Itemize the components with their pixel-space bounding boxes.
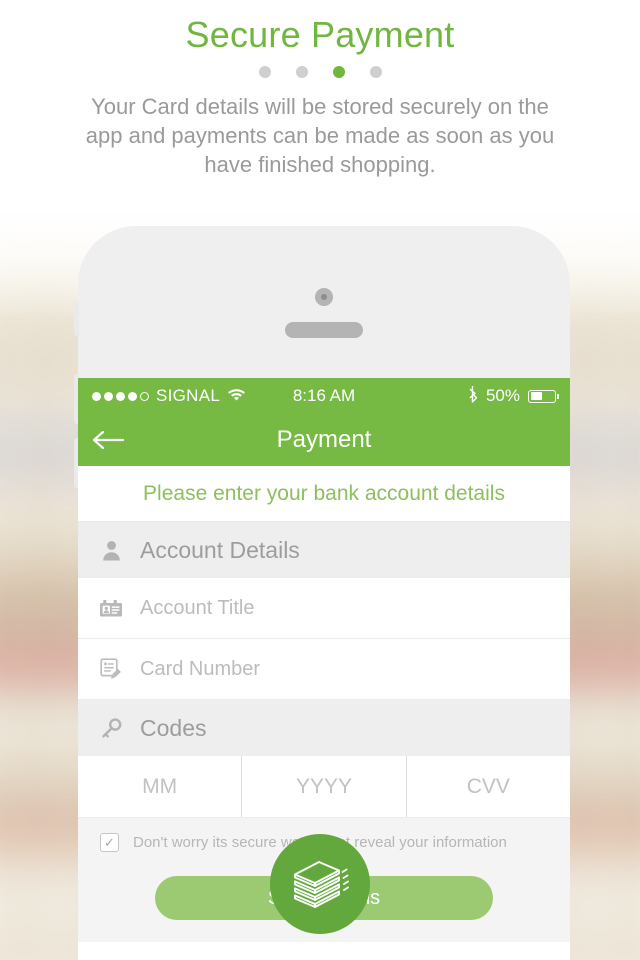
intro-header: Secure Payment Your Card details will be… — [0, 0, 640, 212]
user-icon — [98, 540, 124, 561]
form-edit-icon — [98, 658, 124, 680]
front-camera-icon — [315, 288, 333, 306]
section-label: Codes — [140, 714, 207, 741]
bluetooth-icon — [467, 385, 478, 408]
pagination-dot-1[interactable] — [258, 66, 271, 78]
pagination-dot-3-active[interactable] — [332, 66, 345, 78]
screen-title: Payment — [276, 426, 372, 453]
status-bar-left: SIGNAL — [92, 386, 246, 406]
field-card-number[interactable]: Card Number — [78, 639, 570, 700]
pagination-dot-2[interactable] — [295, 66, 308, 78]
onboarding-pagination-dots[interactable] — [0, 66, 640, 78]
field-cvv[interactable]: CVV — [405, 756, 570, 817]
silence-switch-button[interactable] — [74, 302, 79, 336]
field-expiry-month[interactable]: MM — [78, 756, 241, 817]
wifi-icon — [227, 386, 246, 406]
carrier-name: SIGNAL — [156, 386, 221, 405]
key-icon — [98, 717, 124, 739]
consent-checkbox[interactable]: ✓ — [100, 832, 119, 852]
status-bar: SIGNAL 8:16 AM 50% — [78, 378, 570, 414]
pagination-dot-4[interactable] — [369, 66, 382, 78]
intro-description: Your Card details will be stored securel… — [85, 94, 555, 177]
back-arrow-icon[interactable] — [92, 428, 126, 452]
field-account-title[interactable]: Account Title — [78, 578, 570, 639]
earpiece-speaker — [285, 322, 363, 338]
status-bar-right: 50% — [467, 385, 559, 408]
field-placeholder: Card Number — [140, 657, 261, 680]
section-header-account-details: Account Details — [78, 522, 570, 578]
money-stack-icon[interactable] — [270, 834, 370, 934]
field-expiry-year[interactable]: YYYY — [241, 756, 405, 817]
battery-percent-label: 50% — [485, 386, 520, 405]
codes-inline-fields: MM YYYY CVV — [78, 756, 570, 818]
page-title: Secure Payment — [185, 14, 455, 55]
field-placeholder: Account Title — [140, 596, 255, 619]
signal-strength-icon — [92, 391, 149, 401]
id-card-icon — [98, 599, 124, 618]
section-label: Account Details — [140, 536, 300, 563]
battery-icon — [528, 389, 559, 403]
form-prompt-text: Please enter your bank account details — [78, 466, 570, 522]
app-navigation-bar: Payment — [78, 414, 570, 466]
section-header-codes: Codes — [78, 700, 570, 756]
